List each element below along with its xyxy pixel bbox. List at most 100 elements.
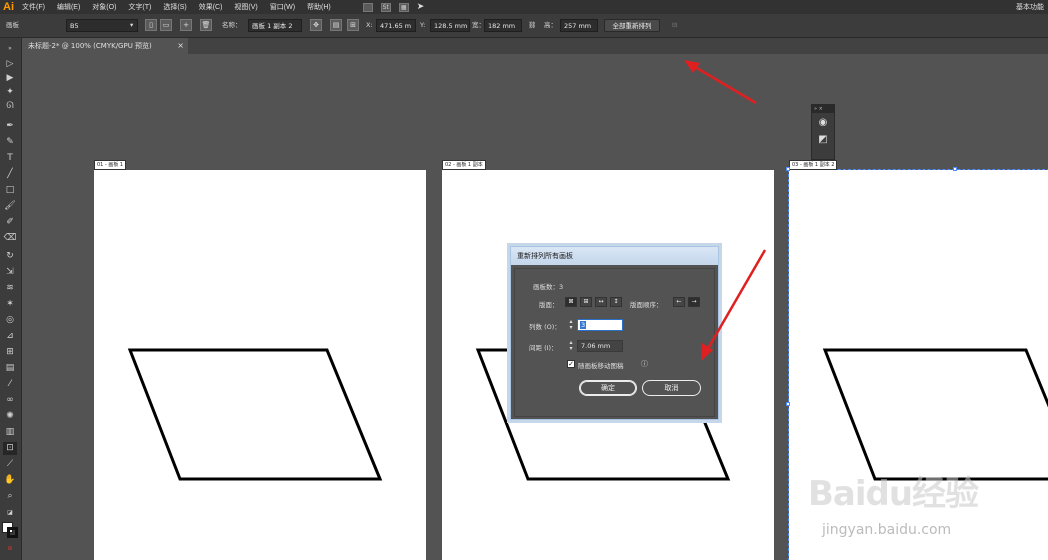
document-tab-title: 未标题-2* @ 100% (CMYK/GPU 预览) xyxy=(28,42,152,50)
default-colors-icon[interactable]: ◪ xyxy=(3,506,17,519)
selection-tool-icon[interactable]: ▷ xyxy=(3,58,17,71)
type-tool-icon[interactable]: T xyxy=(3,152,17,165)
stroke-swatch[interactable] xyxy=(7,527,18,538)
columns-stepper[interactable]: ▴ ▾ xyxy=(567,319,575,331)
arrange-by-row-icon[interactable]: ↔ xyxy=(595,297,607,307)
arrange-by-column-icon[interactable]: ↕ xyxy=(610,297,622,307)
artboard-tool-icon[interactable]: ⊡ xyxy=(3,442,17,455)
lasso-tool-icon[interactable]: ᘏ xyxy=(3,100,17,113)
slice-tool-icon[interactable]: ⟋ xyxy=(3,458,17,471)
stock-icon[interactable]: St xyxy=(380,2,391,12)
blend-tool-icon[interactable]: ∞ xyxy=(3,394,17,407)
width-input[interactable]: 182 mm xyxy=(484,19,522,32)
chevron-down-icon[interactable]: ▾ xyxy=(130,19,133,32)
menu-edit[interactable]: 编辑(E) xyxy=(57,2,80,12)
x-label: X: xyxy=(366,21,373,29)
spacing-stepper[interactable]: ▴ ▾ xyxy=(567,340,575,352)
menu-object[interactable]: 对象(O) xyxy=(92,2,116,12)
shape-builder-tool-icon[interactable]: ◎ xyxy=(3,314,17,327)
preset-select[interactable]: B5 xyxy=(66,19,138,32)
link-icon[interactable]: ⛓ xyxy=(528,19,536,32)
pen-tool-icon[interactable]: ✒ xyxy=(3,120,17,133)
menu-file[interactable]: 文件(F) xyxy=(22,2,45,12)
rotate-tool-icon[interactable]: ↻ xyxy=(3,250,17,263)
mesh-tool-icon[interactable]: ⊞ xyxy=(3,346,17,359)
perspective-grid-tool-icon[interactable]: ⊿ xyxy=(3,330,17,343)
resize-handle[interactable] xyxy=(786,167,790,171)
column-graph-tool-icon[interactable]: ▥ xyxy=(3,426,17,439)
cancel-button[interactable]: 取消 xyxy=(642,380,701,396)
direct-selection-tool-icon[interactable]: ▶ xyxy=(3,72,17,85)
curvature-tool-icon[interactable]: ✎ xyxy=(3,136,17,149)
grid-by-row-icon[interactable]: ⊠ xyxy=(565,297,577,307)
artboard-label: 01 - 画板 1 xyxy=(94,160,127,170)
menu-view[interactable]: 视图(V) xyxy=(234,2,257,12)
menu-select[interactable]: 选择(S) xyxy=(163,2,186,12)
ok-button[interactable]: 确定 xyxy=(579,380,637,396)
panel-menu-icon[interactable]: ⊟ xyxy=(672,19,677,32)
parallelogram-shape[interactable] xyxy=(94,170,426,560)
grid-by-column-icon[interactable]: ⊞ xyxy=(580,297,592,307)
send-icon[interactable]: ➤ xyxy=(417,2,425,12)
menu-type[interactable]: 文字(T) xyxy=(128,2,151,12)
left-to-right-icon[interactable]: ← xyxy=(673,297,685,307)
close-icon[interactable]: × xyxy=(177,38,184,54)
resize-handle[interactable] xyxy=(786,402,790,406)
document-tab-bar: 未标题-2* @ 100% (CMYK/GPU 预览) × xyxy=(22,38,1048,54)
artboard-options-icon[interactable]: ▤ xyxy=(330,19,342,31)
panel-header[interactable]: » × xyxy=(812,105,834,113)
portrait-icon[interactable]: ▯ xyxy=(145,19,157,31)
move-artwork-checkbox[interactable]: ✓ xyxy=(567,360,575,368)
rectangle-tool-icon[interactable]: □ xyxy=(3,184,17,197)
rearrange-artboards-dialog: 重新排列所有画板 画板数：3 版面： ⊠ ⊞ ↔ ↕ 版面顺序： ← → 列数 … xyxy=(510,246,719,420)
shaper-tool-icon[interactable]: ✐ xyxy=(3,216,17,229)
y-label: Y: xyxy=(420,21,426,29)
magic-wand-tool-icon[interactable]: ✦ xyxy=(3,86,17,99)
move-copy-artwork-icon[interactable]: ✥ xyxy=(310,19,322,31)
menu-help[interactable]: 帮助(H) xyxy=(307,2,331,12)
line-tool-icon[interactable]: ╱ xyxy=(3,168,17,181)
symbol-sprayer-tool-icon[interactable]: ✺ xyxy=(3,410,17,423)
libraries-icon[interactable]: ◩ xyxy=(816,133,830,147)
fill-stroke-swatch[interactable] xyxy=(2,522,18,538)
artboard-name-input[interactable]: 画板 1 副本 2 xyxy=(248,19,302,32)
warp-tool-icon[interactable]: ≋ xyxy=(3,282,17,295)
height-input[interactable]: 257 mm xyxy=(560,19,598,32)
hand-tool-icon[interactable]: ✋ xyxy=(3,474,17,487)
delete-artboard-icon[interactable]: 🗑 xyxy=(200,19,212,31)
floating-panel: » × ◉ ◩ xyxy=(811,104,835,160)
puppet-warp-tool-icon[interactable]: ✶ xyxy=(3,298,17,311)
collapse-toolbar-icon[interactable]: » xyxy=(3,42,17,55)
reference-point-icon[interactable]: ⊞ xyxy=(347,19,359,31)
control-panel-label: 画板 xyxy=(6,21,19,29)
gradient-tool-icon[interactable]: ▤ xyxy=(3,362,17,375)
move-artwork-label[interactable]: 随画板移动图稿 xyxy=(578,360,624,370)
landscape-icon[interactable]: ▭ xyxy=(160,19,172,31)
bridge-icon[interactable] xyxy=(362,2,373,12)
paintbrush-tool-icon[interactable]: 🖌 xyxy=(3,200,17,213)
resize-handle[interactable] xyxy=(953,167,957,171)
x-input[interactable]: 471.65 m xyxy=(376,19,416,32)
artboard-1[interactable]: 01 - 画板 1 xyxy=(94,160,426,560)
eraser-tool-icon[interactable]: ⌫ xyxy=(3,232,17,245)
scale-tool-icon[interactable]: ⇲ xyxy=(3,266,17,279)
workspace-switcher[interactable]: 基本功能 xyxy=(1016,2,1044,12)
appearance-icon[interactable]: ◉ xyxy=(816,116,830,130)
dialog-title[interactable]: 重新排列所有画板 xyxy=(511,247,718,265)
menu-window[interactable]: 窗口(W) xyxy=(270,2,295,12)
menu-effect[interactable]: 效果(C) xyxy=(199,2,223,12)
right-to-left-icon[interactable]: → xyxy=(688,297,700,307)
none-color-icon[interactable]: ⊘ xyxy=(3,542,17,555)
layout-order-label: 版面顺序： xyxy=(630,301,663,309)
tools-panel: » ▷ ▶ ✦ ᘏ ✒ ✎ T ╱ □ 🖌 ✐ ⌫ ↻ ⇲ ≋ ✶ ◎ ⊿ ⊞ … xyxy=(0,38,22,560)
y-input[interactable]: 128.5 mm xyxy=(430,19,470,32)
new-artboard-icon[interactable]: + xyxy=(180,19,192,31)
info-icon[interactable]: ⓘ xyxy=(641,359,648,369)
document-tab[interactable]: 未标题-2* @ 100% (CMYK/GPU 预览) × xyxy=(22,38,188,54)
arrange-documents-icon[interactable]: ▦ xyxy=(398,2,409,12)
zoom-tool-icon[interactable]: ⌕ xyxy=(3,490,17,503)
spacing-input[interactable]: 7.06 mm xyxy=(577,340,623,352)
eyedropper-tool-icon[interactable]: ⁄ xyxy=(3,378,17,391)
rearrange-all-button[interactable]: 全部重新排列 xyxy=(604,19,660,32)
columns-input[interactable]: 3 xyxy=(577,319,623,331)
